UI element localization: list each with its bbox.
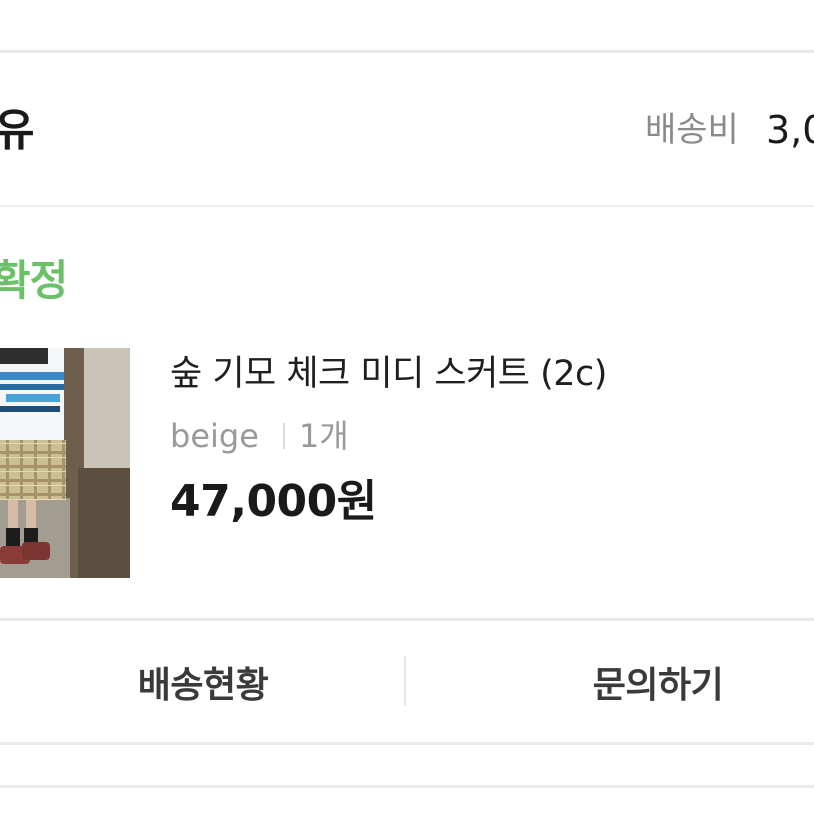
seller-name[interactable]: 유 xyxy=(0,103,34,159)
footer-divider xyxy=(0,785,814,788)
product-price: 47,000원 xyxy=(170,476,377,527)
section-divider xyxy=(0,205,814,207)
shipping-fee-label: 배송비 xyxy=(645,110,739,150)
top-divider xyxy=(0,50,814,53)
shipping-fee-value: 3,0 xyxy=(766,108,814,152)
inquiry-button[interactable]: 문의하기 xyxy=(408,621,814,742)
option-color: beige xyxy=(170,417,259,455)
product-options: beige 1개 xyxy=(170,414,349,458)
delivery-status-button[interactable]: 배송현황 xyxy=(0,621,406,742)
product-photo xyxy=(0,348,130,578)
option-divider xyxy=(282,423,285,449)
actions-vertical-divider xyxy=(404,656,406,706)
option-quantity: 1개 xyxy=(298,417,349,455)
order-status-label: 확정 xyxy=(0,256,68,305)
actions-bottom-divider xyxy=(0,742,814,745)
product-name[interactable]: 숲 기모 체크 미디 스커트 (2c) xyxy=(170,350,607,398)
product-thumbnail[interactable] xyxy=(0,348,130,578)
